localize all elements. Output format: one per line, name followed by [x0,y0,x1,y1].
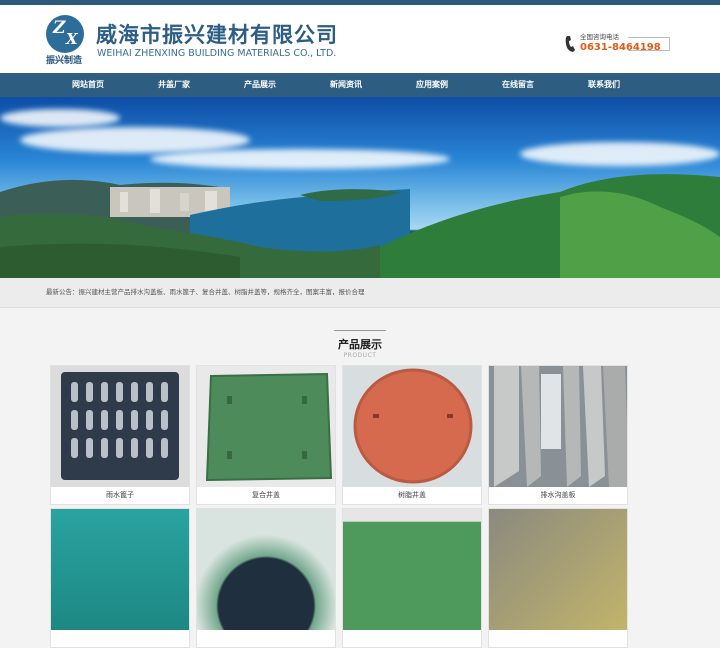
hotline-frame [628,37,670,51]
product-image[interactable] [343,509,481,630]
resin-cover-illustration [353,368,473,484]
notice-bar: 最新公告：振兴建材主营产品排水沟盖板、雨水篦子、复合井盖、树脂井盖等，规格齐全，… [0,278,720,308]
hotline-box: 全国咨询电话 0631-8464198 [564,33,672,55]
logo-subtitle: 振兴制造 [46,56,83,66]
product-card[interactable] [488,508,628,648]
product-image[interactable] [489,509,627,630]
nav-item-products[interactable]: 产品展示 [217,73,303,97]
product-card[interactable]: 排水沟盖板 [488,365,628,505]
product-card[interactable] [50,508,190,648]
site-header: Z X 振兴制造 威海市振兴建材有限公司 WEIHAI ZHENXING BUI… [0,5,720,73]
company-name-cn: 威海市振兴建材有限公司 [96,23,338,47]
product-caption[interactable]: 排水沟盖板 [489,487,627,504]
product-card[interactable]: 复合井盖 [196,365,336,505]
logo-letter-z: Z [53,18,66,38]
products-section-header: 产品展示 PRODUCT [0,330,720,359]
company-name-en: WEIHAI ZHENXING BUILDING MATERIALS CO., … [97,48,337,59]
products-title: 产品展示 [338,338,382,351]
product-card[interactable]: 雨水篦子 [50,365,190,505]
product-card[interactable] [342,508,482,648]
products-title-en: PRODUCT [343,352,377,359]
product-image[interactable] [51,509,189,630]
drain-channel-illustration [494,366,627,487]
company-logo[interactable]: Z X [46,15,84,53]
product-card[interactable]: 树脂井盖 [342,365,482,505]
main-nav: 网站首页 井盖厂家 产品展示 新闻资讯 应用案例 在线留言 联系我们 [0,73,720,97]
nav-item-home[interactable]: 网站首页 [45,73,131,97]
product-caption[interactable]: 树脂井盖 [343,487,481,504]
product-image-resin-cover[interactable] [343,366,481,487]
product-card[interactable] [196,508,336,648]
hero-banner [0,97,720,278]
title-divider [334,330,386,331]
composite-cover-illustration [205,372,333,482]
nav-item-manhole-factory[interactable]: 井盖厂家 [131,73,217,97]
grate-illustration [61,372,179,480]
product-image-grate[interactable] [51,366,189,487]
product-caption[interactable] [197,630,335,647]
hotline-label: 全国咨询电话 [580,33,619,41]
nav-item-cases[interactable]: 应用案例 [389,73,475,97]
logo-letter-x: X [66,30,78,48]
nav-item-news[interactable]: 新闻资讯 [303,73,389,97]
product-image[interactable] [197,509,335,630]
product-caption[interactable] [343,630,481,647]
nav-item-contact[interactable]: 联系我们 [561,73,647,97]
nav-item-message[interactable]: 在线留言 [475,73,561,97]
product-caption[interactable] [489,630,627,647]
product-caption[interactable]: 复合井盖 [197,487,335,504]
product-caption[interactable] [51,630,189,647]
product-image-composite-cover[interactable] [197,366,335,487]
banner-landscape [0,174,720,278]
product-caption[interactable]: 雨水篦子 [51,487,189,504]
product-image-drain-cover[interactable] [489,366,627,487]
phone-icon [565,36,575,52]
